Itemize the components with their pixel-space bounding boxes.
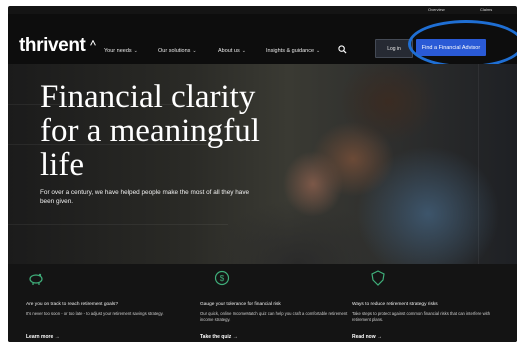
- svg-text:$: $: [220, 274, 225, 283]
- hero-headline: Financial clarity for a meaningful life: [40, 79, 260, 183]
- feature-cards: Are you on track to reach retirement goa…: [8, 264, 517, 342]
- chevron-down-icon: ⌄: [133, 48, 138, 54]
- card-title: Gauge your tolerance for financial risk: [200, 302, 281, 307]
- card-text: It's never too soon - or too late - to a…: [26, 311, 164, 316]
- read-now-link[interactable]: Read now →: [352, 334, 382, 340]
- shield-icon: [371, 270, 385, 286]
- card-title: Are you on track to reach retirement goa…: [26, 302, 118, 307]
- brand-logo[interactable]: thrivent: [19, 36, 86, 55]
- card-retirement-goals: Are you on track to reach retirement goa…: [26, 264, 186, 342]
- nav-item-about-us[interactable]: About us ⌄: [218, 48, 246, 54]
- nav-item-label: Insights & guidance: [266, 48, 315, 54]
- search-icon[interactable]: [338, 45, 347, 54]
- nav-item-insights-guidance[interactable]: Insights & guidance ⌄: [266, 48, 320, 54]
- background-siding-line: [8, 224, 228, 225]
- hero-banner: Financial clarity for a meaningful life …: [8, 64, 517, 264]
- nav-item-label: Your needs: [104, 48, 132, 54]
- learn-more-link[interactable]: Learn more →: [26, 334, 60, 340]
- dollar-sign-icon: $: [214, 270, 230, 286]
- nav-item-label: About us: [218, 48, 240, 54]
- card-text: Take steps to protect against common fin…: [352, 311, 491, 322]
- card-risk-tolerance: $ Gauge your tolerance for financial ris…: [200, 264, 360, 342]
- nav-item-your-needs[interactable]: Your needs ⌄: [104, 48, 138, 54]
- nav-item-our-solutions[interactable]: Our solutions ⌄: [158, 48, 197, 54]
- main-nav: thrivent Your needs ⌄ Our solutions ⌄ Abou…: [8, 14, 517, 64]
- take-quiz-link[interactable]: Take the quiz →: [200, 334, 238, 340]
- chevron-down-icon: ⌄: [241, 48, 246, 54]
- background-post: [478, 64, 479, 264]
- hero-subtext: For over a century, we have helped peopl…: [40, 189, 250, 205]
- webpage-screenshot: Overview Claims thrivent Your needs ⌄ Our…: [8, 6, 517, 342]
- chevron-down-icon: ⌄: [192, 48, 197, 54]
- find-advisor-button[interactable]: Find a Financial Advisor: [416, 39, 486, 56]
- piggy-bank-icon: [29, 273, 43, 285]
- utility-link-overview[interactable]: Overview: [428, 7, 445, 12]
- logo-mark-icon: [90, 40, 96, 46]
- utility-link-claims[interactable]: Claims: [480, 7, 492, 12]
- login-button[interactable]: Log in: [375, 39, 413, 58]
- utility-bar: Overview Claims: [8, 6, 517, 14]
- chevron-down-icon: ⌄: [316, 48, 321, 54]
- card-reduce-risks: Ways to reduce retirement strategy risks…: [352, 264, 512, 342]
- card-title: Ways to reduce retirement strategy risks: [352, 302, 438, 307]
- nav-item-label: Our solutions: [158, 48, 191, 54]
- card-text: Our quick, online IncomeMatch quiz can h…: [200, 311, 348, 322]
